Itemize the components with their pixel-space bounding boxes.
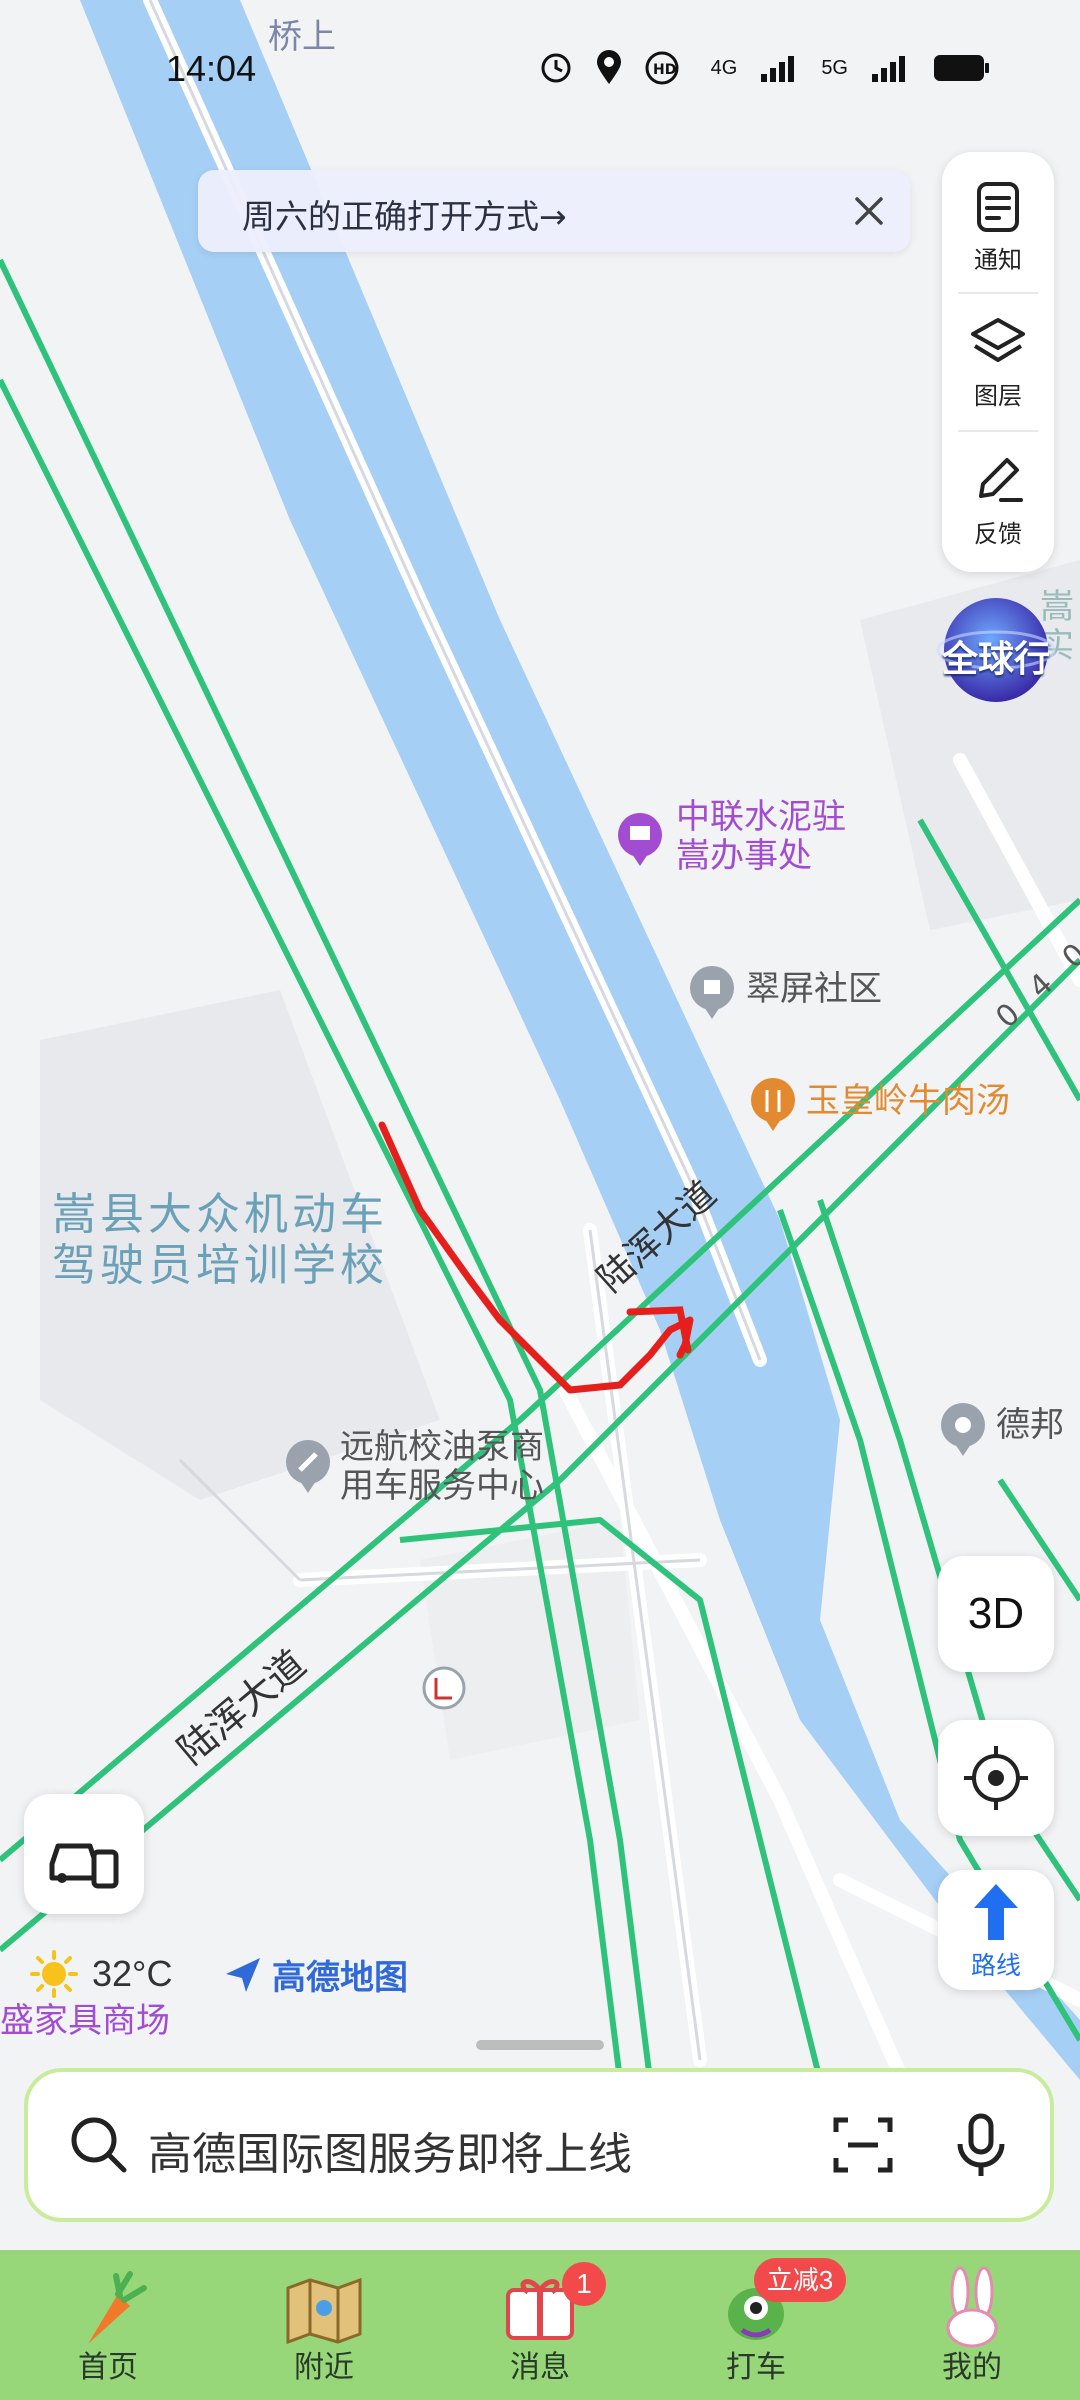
map-label-line: 嵩办事处 bbox=[676, 836, 812, 877]
battery-icon bbox=[934, 55, 989, 81]
divider bbox=[958, 430, 1038, 432]
map-label-yuanhang: 远航校油泵商 用车服务中心 bbox=[340, 1427, 544, 1507]
alarm-icon bbox=[541, 53, 571, 83]
search-icon bbox=[71, 2117, 127, 2173]
promo-banner[interactable]: 周六的正确打开方式→ bbox=[198, 170, 910, 252]
map-label-driving-school: 嵩县大众机动车 驾驶员培训学校 bbox=[52, 1189, 388, 1291]
map-label-zhonglian: 中联水泥驻 嵩办事处 bbox=[676, 797, 846, 877]
tab-label: 首页 bbox=[78, 2350, 138, 2385]
notice-button[interactable]: 通知 bbox=[942, 168, 1054, 288]
map-label-line: 用车服务中心 bbox=[340, 1466, 544, 1507]
map-label-line: 驾驶员培训学校 bbox=[52, 1239, 388, 1291]
hd-voice-icon: HD bbox=[645, 51, 679, 85]
tab-taxi[interactable]: 打车 立减3 bbox=[648, 2250, 864, 2400]
amap-logo-icon bbox=[226, 1957, 260, 1992]
tab-home[interactable]: 首页 bbox=[0, 2250, 216, 2400]
pencil-icon bbox=[979, 458, 1023, 502]
globe-label: 全球行 bbox=[941, 639, 1050, 680]
bunny-icon bbox=[946, 2266, 998, 2348]
tab-profile[interactable]: 我的 bbox=[864, 2250, 1080, 2400]
global-travel-button[interactable]: 全球行 bbox=[936, 590, 1056, 710]
status-bar: 14:04 HD 4G 5G bbox=[0, 0, 1080, 120]
close-icon[interactable] bbox=[844, 186, 894, 236]
map-block bbox=[420, 1520, 640, 1760]
search-input[interactable]: 高德国际图服务即将上线 bbox=[148, 2118, 632, 2182]
tab-nearby[interactable]: 附近 bbox=[216, 2250, 432, 2400]
svg-text:HD: HD bbox=[653, 62, 676, 78]
message-count-badge: 1 bbox=[562, 2262, 606, 2306]
drag-handle[interactable] bbox=[476, 2040, 604, 2050]
tab-label: 我的 bbox=[942, 2350, 1002, 2385]
divider bbox=[958, 292, 1038, 294]
tab-label: 附近 bbox=[294, 2350, 354, 2385]
network-type-2: 5G bbox=[821, 56, 848, 79]
signal-icon bbox=[761, 56, 795, 82]
map-label-line: 嵩县大众机动车 bbox=[52, 1189, 388, 1240]
tab-messages[interactable]: 消息 1 bbox=[432, 2250, 648, 2400]
network-type: 4G bbox=[710, 56, 738, 79]
feedback-button[interactable]: 反馈 bbox=[942, 442, 1054, 562]
vehicle-phone-button[interactable] bbox=[24, 1794, 144, 1914]
tab-label: 消息 bbox=[510, 2350, 570, 2385]
signal-icon bbox=[872, 56, 905, 82]
promo-banner-text[interactable]: 周六的正确打开方式→ bbox=[242, 190, 567, 238]
map-label-debang: 德邦 bbox=[996, 1405, 1064, 1445]
map-tools-panel: 通知 图层 反馈 bbox=[942, 152, 1054, 572]
tab-label: 打车 bbox=[726, 2350, 786, 2385]
sun-icon bbox=[30, 1950, 78, 1998]
3d-toggle-button[interactable]: 3D bbox=[938, 1556, 1054, 1672]
amap-brand-name: 高德地图 bbox=[272, 1958, 408, 1998]
weather-temp: 32°C bbox=[92, 1953, 173, 1994]
microphone-icon[interactable] bbox=[946, 2110, 1016, 2180]
poi-pin-gas bbox=[422, 1666, 466, 1710]
map-icon bbox=[286, 2277, 362, 2345]
route-arrow-icon bbox=[974, 1884, 1018, 1940]
layers-label: 图层 bbox=[974, 382, 1022, 410]
notice-label: 通知 bbox=[974, 246, 1022, 274]
weather-widget: 32°C bbox=[28, 1948, 172, 2000]
route-button[interactable]: 路线 bbox=[938, 1870, 1054, 1990]
feedback-label: 反馈 bbox=[974, 520, 1022, 548]
amap-brand: 高德地图 bbox=[222, 1950, 408, 1999]
map-label-line: 中联水泥驻 bbox=[676, 797, 846, 837]
notice-icon bbox=[977, 182, 1019, 232]
layers-button[interactable]: 图层 bbox=[942, 304, 1054, 424]
crosshair-icon bbox=[964, 1746, 1028, 1810]
route-label: 路线 bbox=[970, 1951, 1021, 1980]
status-time: 14:04 bbox=[166, 48, 257, 89]
car-phone-icon bbox=[49, 1843, 119, 1889]
taxi-promo-badge: 立减3 bbox=[754, 2258, 846, 2302]
carrot-icon bbox=[88, 2271, 147, 2344]
scan-icon[interactable] bbox=[828, 2110, 898, 2180]
map-label-line: 远航校油泵商 bbox=[340, 1427, 544, 1467]
map-label-furniture: 盛家具商场 bbox=[0, 2001, 170, 2041]
layers-icon bbox=[971, 318, 1025, 362]
map-label-restaurant: 玉皇岭牛肉汤 bbox=[806, 1081, 1010, 1121]
bottom-tab-bar: 首页 附近 消息 1 打车 立减3 我的 bbox=[0, 2250, 1080, 2400]
search-bar[interactable]: 高德国际图服务即将上线 bbox=[24, 2068, 1054, 2222]
locate-button[interactable] bbox=[938, 1720, 1054, 1836]
status-icons: HD 4G 5G bbox=[539, 50, 990, 86]
map-label-cuiping: 翠屏社区 bbox=[746, 969, 882, 1009]
location-icon bbox=[596, 50, 621, 84]
